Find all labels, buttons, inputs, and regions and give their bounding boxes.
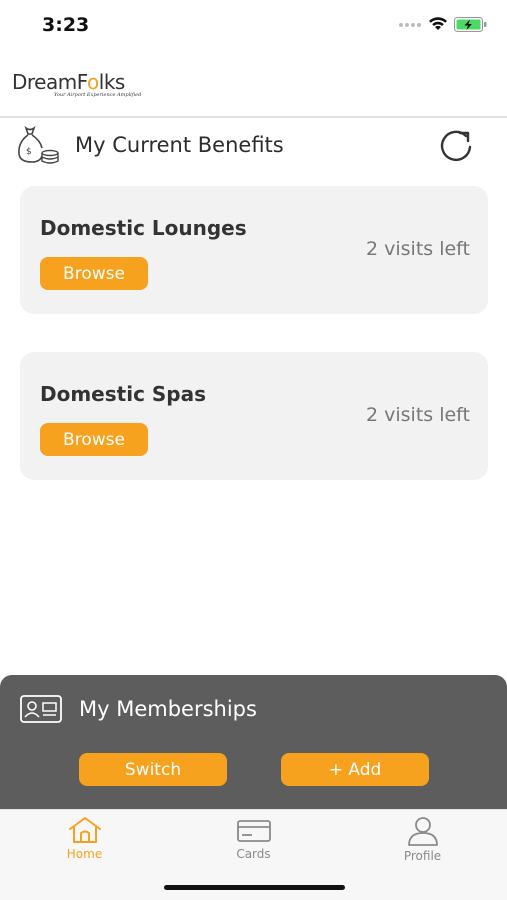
header-divider: [0, 116, 507, 118]
status-bar: 3:23: [0, 0, 507, 52]
benefit-title: Domestic Spas: [40, 382, 207, 406]
memberships-panel: My Memberships Switch + Add: [0, 675, 507, 809]
add-membership-button[interactable]: + Add: [281, 753, 429, 786]
logo-text-part2: lks: [98, 70, 126, 94]
app-header: DreamFolks Your Airport Experience Ampli…: [0, 52, 507, 116]
benefits-title: My Current Benefits: [75, 133, 284, 157]
browse-lounges-button[interactable]: Browse: [40, 257, 148, 290]
svg-text:$: $: [26, 147, 32, 157]
logo-text-part1: DreamF: [12, 70, 88, 94]
browse-spas-button[interactable]: Browse: [40, 423, 148, 456]
tab-home-label: Home: [66, 847, 103, 861]
logo-tagline: Your Airport Experience Amplified: [54, 92, 142, 98]
wifi-icon: [429, 17, 447, 30]
benefit-title: Domestic Lounges: [40, 216, 247, 240]
logo-o-glyph: o: [87, 70, 99, 94]
refresh-icon[interactable]: [436, 127, 476, 167]
visits-left: 2 visits left: [366, 238, 470, 260]
benefits-header: $ My Current Benefits: [0, 124, 507, 170]
money-bag-icon: $: [18, 126, 59, 164]
battery-charging-icon: [454, 17, 487, 32]
status-time: 3:23: [42, 14, 90, 36]
switch-button[interactable]: Switch: [79, 753, 227, 786]
benefit-card-domestic-lounges: Domestic Lounges 2 visits left Browse: [20, 186, 488, 314]
home-icon: [68, 817, 101, 843]
tab-profile-label: Profile: [403, 849, 442, 863]
tab-cards-label: Cards: [236, 847, 271, 861]
profile-icon: [407, 817, 438, 846]
tab-cards[interactable]: Cards: [169, 810, 338, 870]
benefit-card-domestic-spas: Domestic Spas 2 visits left Browse: [20, 352, 488, 480]
cellular-signal-icon: [399, 23, 421, 27]
visits-left: 2 visits left: [366, 404, 470, 426]
tab-profile[interactable]: Profile: [338, 810, 507, 870]
card-icon: [236, 820, 271, 842]
memberships-title: My Memberships: [79, 697, 257, 721]
tab-home[interactable]: Home: [0, 810, 169, 870]
id-card-icon: [20, 695, 62, 723]
home-indicator: [164, 885, 345, 890]
dreamfolks-logo: DreamFolks Your Airport Experience Ampli…: [12, 70, 141, 98]
